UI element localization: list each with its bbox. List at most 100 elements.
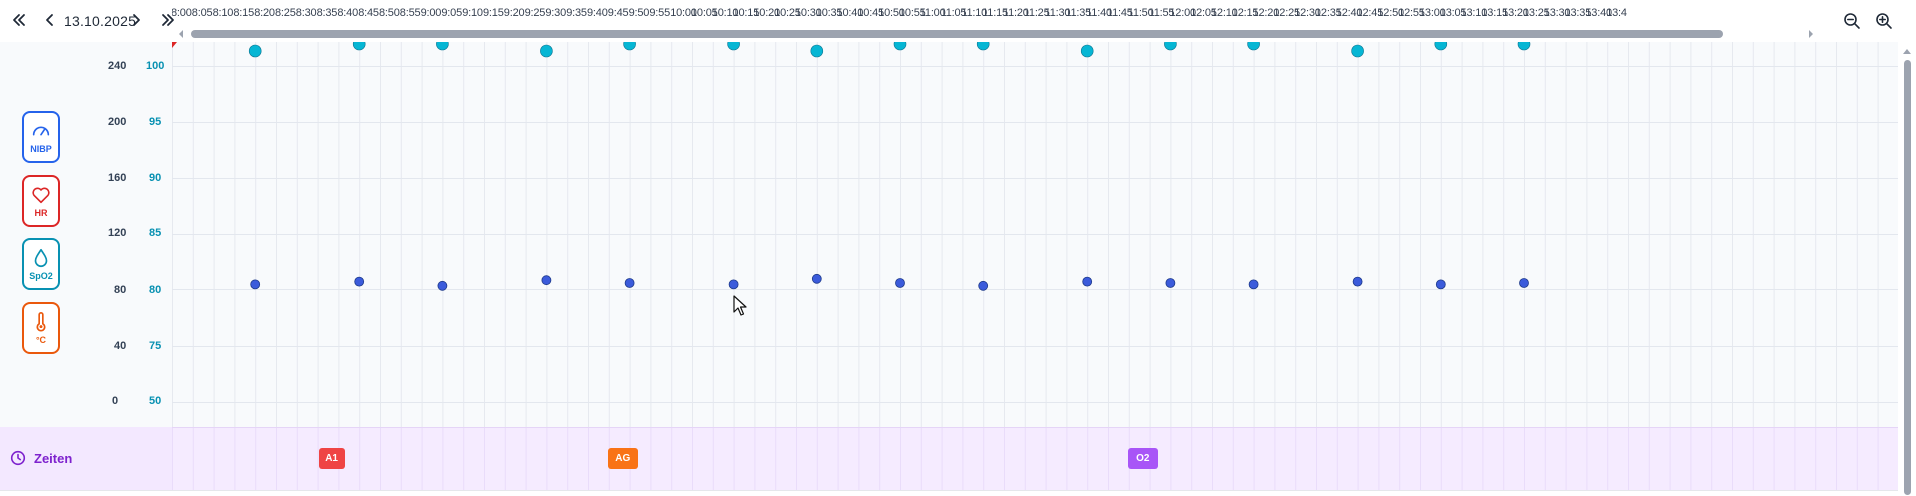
timeline-tick-label: 9:30 <box>545 7 566 19</box>
timeline-tick-label: 8:30 <box>295 7 317 19</box>
vital-label: NIBP <box>30 144 52 154</box>
left-axis-label: 40 <box>114 340 127 352</box>
spo2-data-point <box>1247 37 1260 51</box>
timeline-tick-label: 9:50 <box>628 7 650 19</box>
hr-data-point <box>624 278 635 288</box>
hr-data-point <box>1248 279 1259 290</box>
vitals-chart-area[interactable] <box>172 37 1898 427</box>
hr-data-point <box>1082 276 1093 287</box>
right-axis-label: 85 <box>149 227 162 239</box>
heart-icon <box>32 187 50 204</box>
vital-label: °C <box>35 335 47 345</box>
bottom-border <box>0 490 1898 496</box>
scroll-right-arrow-icon[interactable] <box>1806 28 1816 39</box>
start-marker <box>172 42 177 48</box>
timeline-tick-label: 8:15 <box>233 7 254 19</box>
right-axis-label: 75 <box>149 340 162 352</box>
spo2-data-point <box>1164 37 1177 51</box>
hr-data-point <box>354 276 365 287</box>
zeiten-marker-ag[interactable]: AG <box>607 448 638 469</box>
spo2-data-point <box>1351 44 1364 58</box>
timeline-tick-label: 8:35 <box>316 7 338 19</box>
spo2-data-point <box>1434 37 1448 51</box>
timeline-tick-label: 8:55 <box>399 7 421 19</box>
right-axis-label: 90 <box>149 172 162 184</box>
timeline-tick-label: 8:05 <box>191 7 213 19</box>
timeline-tick-label: 8:20 <box>254 7 275 19</box>
timeline-tick-label: 13:4 <box>1606 7 1627 19</box>
left-axis-label: 200 <box>108 116 127 128</box>
timeline-tick-label: 9:05 <box>441 7 462 19</box>
spo2-data-point <box>248 44 262 58</box>
hr-data-point <box>811 273 822 284</box>
spo2-data-point <box>352 37 366 51</box>
zeiten-row <box>172 427 1898 490</box>
timeline-tick-label: 9:10 <box>462 7 483 19</box>
zeiten-grid <box>172 427 1898 490</box>
timeline-tick-label: 9:15 <box>483 7 504 19</box>
top-bar: 13.10.2025 8:00 8:05 8:10 8:15 8:20 8:25 8:30 8… <box>0 0 1916 42</box>
spo2-data-point <box>623 37 636 51</box>
left-axis-label: 0 <box>112 395 119 407</box>
vitals-sidebar: NIBP HR SpO2 °C <box>0 42 172 427</box>
chevron-left-icon[interactable] <box>39 9 61 31</box>
vital-label: HR <box>34 208 48 218</box>
hr-data-point <box>1519 278 1529 288</box>
right-axis-label: 80 <box>149 284 162 296</box>
timeline-tick-label: 9:55 <box>649 7 670 19</box>
zeiten-marker-a1[interactable]: A1 <box>318 448 345 469</box>
spo2-data-point <box>436 37 449 51</box>
right-axis-label: 50 <box>149 395 162 407</box>
vital-label: SpO2 <box>29 271 53 281</box>
double-chevron-left-icon[interactable] <box>8 9 30 31</box>
left-axis-label: 160 <box>108 172 127 184</box>
zoom-out-icon[interactable] <box>1841 10 1863 32</box>
spo2-data-point <box>810 44 824 58</box>
gauge-icon <box>32 126 50 136</box>
hr-data-point <box>728 279 739 290</box>
chevron-right-icon[interactable] <box>125 9 147 31</box>
zeiten-marker-o2[interactable]: O2 <box>1127 448 1158 469</box>
timeline-tick-label: 8:10 <box>212 7 234 19</box>
timeline-tick-label: 8:40 <box>337 7 358 19</box>
clock-icon <box>10 450 26 466</box>
scroll-up-arrow-icon[interactable] <box>1898 42 1916 60</box>
zeiten-label[interactable]: Zeiten <box>10 450 72 466</box>
hr-data-point <box>437 280 448 291</box>
zeiten-sidebar: Zeiten <box>0 427 172 490</box>
right-axis-label: 95 <box>149 116 162 128</box>
hr-data-point <box>978 280 989 291</box>
vital-button-spo2[interactable]: SpO2 <box>22 238 60 290</box>
hr-data-point <box>1165 278 1176 288</box>
droplet-icon <box>34 248 48 267</box>
hr-data-point <box>895 278 905 288</box>
timeline-tick-label: 9:25 <box>524 7 546 19</box>
spo2-data-point <box>727 37 740 51</box>
timeline-tick-label: 8:50 <box>379 7 400 19</box>
scroll-left-arrow-icon[interactable] <box>176 28 186 39</box>
vitals-chart-svg <box>172 37 1898 427</box>
vital-button-nibp[interactable]: NIBP <box>22 111 60 163</box>
timeline-tick-label: 8:25 <box>275 7 296 19</box>
horizontal-scrollbar-thumb[interactable] <box>191 30 1723 38</box>
timeline-tick-label: 8:00 <box>172 7 192 19</box>
left-axis-label: 120 <box>108 227 127 239</box>
vital-button-temperature[interactable]: °C <box>22 302 60 354</box>
hr-data-point <box>541 275 552 286</box>
spo2-data-point <box>893 37 907 51</box>
spo2-data-point <box>976 37 990 51</box>
timeline-tick-label: 9:45 <box>607 7 629 19</box>
timeline-tick-label: 9:20 <box>503 7 525 19</box>
zoom-in-icon[interactable] <box>1873 10 1895 32</box>
timeline-tick-label: 9:00 <box>420 7 442 19</box>
vertical-scrollbar-thumb[interactable] <box>1904 60 1911 495</box>
mouse-cursor-icon <box>733 295 749 322</box>
vital-button-hr[interactable]: HR <box>22 175 60 227</box>
hr-data-point <box>1352 276 1363 287</box>
left-axis-label: 240 <box>108 60 127 72</box>
hr-data-point <box>250 279 261 290</box>
spo2-data-point <box>1517 37 1531 51</box>
timeline-tick-label: 9:35 <box>566 7 587 19</box>
left-axis-label: 80 <box>114 284 127 296</box>
thermometer-icon <box>36 312 46 332</box>
